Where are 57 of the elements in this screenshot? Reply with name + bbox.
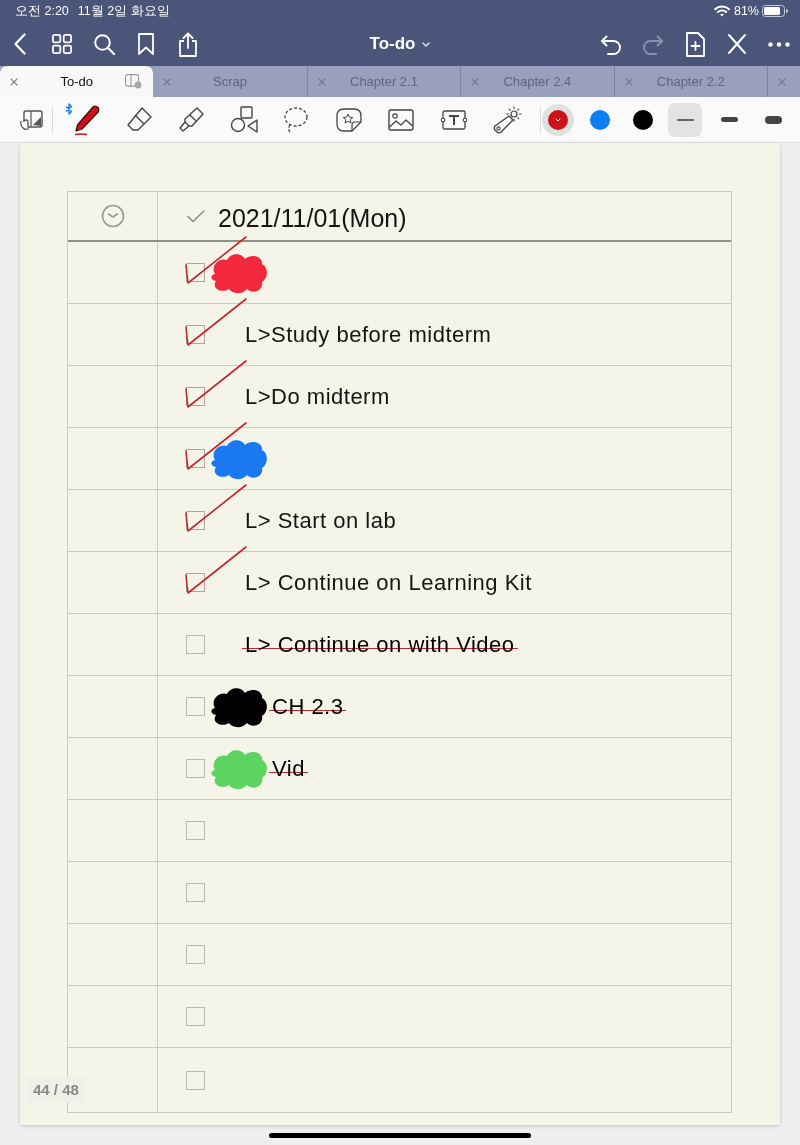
tick-mark-icon bbox=[184, 235, 248, 287]
chevron-down-icon bbox=[554, 117, 561, 122]
chevron-down-icon bbox=[422, 41, 431, 47]
stroke-line-icon bbox=[764, 115, 782, 124]
document-title-button[interactable]: To-do bbox=[369, 32, 431, 56]
checkbox[interactable] bbox=[186, 511, 205, 530]
clock-icon bbox=[100, 204, 125, 228]
search-icon bbox=[93, 33, 115, 55]
status-time: 오전 2:20 bbox=[15, 4, 69, 18]
checkbox[interactable] bbox=[186, 263, 205, 282]
status-date: 11월 2일 화요일 bbox=[77, 4, 170, 18]
checkbox[interactable] bbox=[186, 449, 205, 468]
undo-icon bbox=[600, 33, 622, 55]
add-page-icon bbox=[685, 31, 705, 57]
checkbox[interactable] bbox=[186, 883, 205, 902]
bookmark-icon bbox=[138, 33, 154, 55]
tick-mark-icon bbox=[184, 359, 248, 411]
chevron-left-icon bbox=[14, 33, 26, 55]
checkbox[interactable] bbox=[186, 635, 205, 654]
close-icon bbox=[727, 33, 747, 55]
stroke-width-button[interactable] bbox=[668, 102, 703, 137]
checkbox[interactable] bbox=[186, 759, 205, 778]
tab[interactable]: Scrap bbox=[153, 66, 307, 97]
split-view-icon[interactable] bbox=[125, 74, 143, 89]
stroke-line-icon bbox=[676, 118, 694, 121]
checkbox[interactable] bbox=[186, 1007, 205, 1026]
checkmark-icon bbox=[187, 209, 205, 223]
close-icon[interactable] bbox=[10, 77, 18, 86]
battery-icon bbox=[762, 5, 788, 17]
share-icon bbox=[178, 31, 198, 57]
battery-percent: 81% bbox=[733, 4, 759, 18]
page-indicator: 44 / 48 bbox=[27, 1077, 85, 1102]
tick-mark-icon bbox=[184, 545, 248, 597]
task-text: L> Start on lab bbox=[244, 507, 398, 534]
tick-mark-icon bbox=[184, 297, 248, 349]
stroke-line-icon bbox=[720, 117, 738, 122]
tick-mark-icon bbox=[184, 483, 248, 535]
grid-icon bbox=[52, 34, 72, 54]
checkbox[interactable] bbox=[186, 325, 205, 344]
task-text: L>Study before midterm bbox=[244, 321, 493, 348]
task-text: L>Do midterm bbox=[244, 383, 391, 410]
date-heading: 2021/11/01(Mon) bbox=[218, 203, 407, 233]
checkbox[interactable] bbox=[186, 1070, 205, 1090]
wifi-icon bbox=[713, 5, 730, 17]
tab[interactable]: To-do bbox=[0, 66, 154, 97]
page-view-icon bbox=[18, 108, 43, 131]
checkbox[interactable] bbox=[186, 387, 205, 406]
checkbox[interactable] bbox=[186, 697, 205, 716]
tick-mark-icon bbox=[184, 421, 248, 473]
redo-icon bbox=[642, 33, 664, 55]
bluetooth-icon bbox=[64, 102, 73, 115]
more-icon bbox=[768, 41, 790, 47]
checkbox[interactable] bbox=[186, 573, 205, 592]
checkbox[interactable] bbox=[186, 945, 205, 964]
task-text: L> Continue on Learning Kit bbox=[244, 569, 533, 596]
checkbox[interactable] bbox=[186, 821, 205, 840]
color-swatch-button[interactable] bbox=[541, 103, 574, 136]
